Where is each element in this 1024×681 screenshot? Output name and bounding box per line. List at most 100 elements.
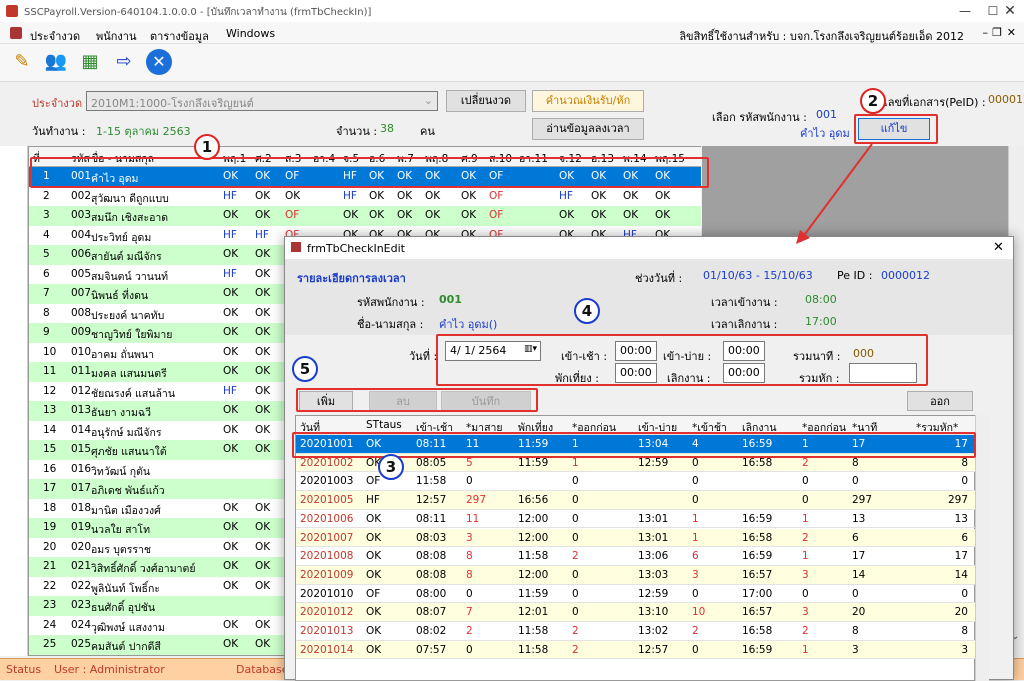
- table-cell: OK: [343, 209, 359, 221]
- detail-cell: 20201008: [300, 550, 354, 563]
- calc-button[interactable]: คำนวณเงินรับ/หัก: [532, 90, 644, 112]
- count-label: จำนวน :: [336, 125, 378, 138]
- menu-data-table[interactable]: ตารางข้อมูล: [150, 27, 209, 45]
- mdi-minimize-icon[interactable]: –: [983, 26, 989, 39]
- window-title: SSCPayroll.Version-640104.1.0.0.0 - [บัน…: [24, 7, 372, 18]
- menu-period[interactable]: ประจำงวด: [30, 27, 80, 45]
- detail-cell: 17:00: [742, 587, 773, 600]
- detail-cell: 14: [852, 568, 866, 581]
- detail-cell: 20201013: [300, 625, 354, 637]
- detail-row[interactable]: 20201008 OK 08:08 8 11:58 2 13:06 6 16:59 1 17 17: [296, 547, 976, 566]
- table-row[interactable]: 2 002 สุวัฒนา ดีถูกแบบ HF OK OK HF OK OK OK OK OF HF…: [29, 186, 701, 206]
- detail-cell: 5: [466, 456, 473, 469]
- detail-cell: 0: [692, 475, 699, 488]
- dialog-vertical-scrollbar[interactable]: [975, 415, 989, 681]
- dialog-close-icon[interactable]: ✕: [993, 240, 1004, 255]
- table-cell: 019: [71, 521, 92, 533]
- select-employee-label: เลือก รหัสพนักงาน :: [712, 111, 807, 124]
- detail-cell: 1: [692, 512, 699, 525]
- detail-cell: OK: [366, 625, 382, 637]
- table-cell: ประวิทย์ อุดม: [91, 231, 152, 244]
- edit-document-icon[interactable]: ✎: [8, 48, 36, 76]
- table-cell: OK: [223, 638, 239, 650]
- table-cell: 025: [71, 638, 92, 650]
- detail-cell: OK: [366, 568, 382, 581]
- mdi-restore-icon[interactable]: ❐: [992, 26, 1002, 39]
- close-icon[interactable]: ✕: [995, 2, 1024, 20]
- detail-cell: 297: [947, 494, 968, 507]
- annotation-number-3: 3: [378, 454, 404, 480]
- table-row[interactable]: 3 003 สมนึก เชิงสะอาด OK OK OF OK OK OK OK OK OF OK O…: [29, 206, 701, 226]
- table-cell: 023: [71, 599, 92, 611]
- detail-cell: 08:02: [416, 625, 447, 637]
- detail-row[interactable]: 20201006 OK 08:11 11 12:00 0 13:01 1 16:59 1 13 13: [296, 510, 976, 529]
- detail-row[interactable]: 20201013 OK 08:02 2 11:58 2 13:02 2 16:58 2 8 8: [296, 622, 976, 641]
- table-cell: HF: [223, 384, 237, 397]
- detail-cell: OK: [366, 512, 382, 525]
- table-cell: OK: [461, 209, 477, 221]
- detail-cell: OK: [366, 550, 382, 563]
- table-cell: HF: [343, 189, 357, 202]
- out-time: 17:00: [805, 315, 837, 328]
- table-cell: OK: [223, 326, 239, 338]
- emp-name-label: ชื่อ-นามสกุล :: [357, 318, 424, 331]
- detail-cell: 2: [692, 625, 699, 637]
- detail-row[interactable]: 20201009 OK 08:08 8 12:00 0 13:03 3 16:57 3 14 14: [296, 565, 976, 585]
- period-label: ประจำงวด :: [32, 97, 90, 110]
- detail-cell: 12:00: [518, 568, 549, 581]
- table-cell: OK: [255, 209, 271, 221]
- detail-row[interactable]: 20201007 OK 08:03 3 12:00 0 13:01 1 16:58 2 6 6: [296, 528, 976, 548]
- table-cell: OK: [425, 209, 441, 221]
- dialog-title: frmTbCheckInEdit: [307, 242, 405, 255]
- change-period-button[interactable]: เปลี่ยนงวด: [446, 90, 526, 112]
- table-cell: OK: [223, 248, 239, 260]
- dialog-section-title: รายละเอียดการลงเวลา: [297, 272, 406, 285]
- calendar-icon[interactable]: ▦: [76, 48, 104, 76]
- peid-label: Pe ID :: [837, 269, 873, 282]
- detail-cell: 13:01: [638, 531, 669, 544]
- dialog-title-bar: frmTbCheckInEdit ✕: [285, 237, 1013, 259]
- detail-cell: 16:59: [742, 512, 773, 525]
- exit-button[interactable]: ออก: [907, 391, 973, 411]
- table-cell: OK: [425, 189, 441, 202]
- users-icon[interactable]: 👥: [42, 48, 70, 76]
- detail-cell: 12:01: [518, 606, 549, 619]
- table-cell: OK: [255, 579, 271, 592]
- read-checkin-button[interactable]: อ่านข้อมูลลงเวลา: [532, 118, 644, 140]
- cancel-circle-icon[interactable]: ✕: [146, 49, 172, 75]
- detail-cell: 0: [572, 606, 579, 619]
- detail-cell: 17: [852, 550, 866, 563]
- detail-cell: 08:08: [416, 550, 447, 563]
- work-date-label: วันทำงาน :: [32, 125, 86, 138]
- table-cell: สมจินตน์ วานนท์: [91, 270, 169, 283]
- detail-cell: 0: [572, 475, 579, 488]
- count-value: 38: [380, 122, 394, 135]
- period-select[interactable]: 2010M1:1000-โรงกลึงเจริญยนต์ ⌄: [86, 91, 438, 111]
- detail-row[interactable]: 20201010 OF 08:00 0 11:59 0 12:59 0 17:00 0 0 0: [296, 585, 976, 604]
- detail-row[interactable]: 20201012 OK 08:07 7 12:01 0 13:10 10 16:57 3 20 20: [296, 603, 976, 622]
- detail-row[interactable]: 20201005 HF 12:57 297 16:56 0 0 0 297 297: [296, 491, 976, 510]
- table-cell: OK: [255, 345, 271, 358]
- table-cell: OK: [285, 189, 301, 202]
- detail-cell: 0: [572, 587, 579, 600]
- count-unit: คน: [420, 125, 435, 138]
- table-cell: 11: [43, 365, 57, 377]
- table-cell: 022: [71, 579, 92, 592]
- status-text: Status: [6, 663, 42, 676]
- menu-employee[interactable]: พนักงาน: [96, 27, 137, 45]
- mdi-close-icon[interactable]: ✕: [1007, 26, 1016, 39]
- out-time-label: เวลาเลิกงาน :: [711, 318, 778, 331]
- minimize-icon[interactable]: —: [950, 2, 980, 20]
- table-cell: OK: [223, 306, 239, 319]
- detail-cell: 3: [802, 606, 809, 619]
- export-icon[interactable]: ⇨: [110, 48, 138, 76]
- table-cell: 15: [43, 443, 57, 455]
- detail-header-cell[interactable]: STtaus: [366, 419, 402, 431]
- detail-row[interactable]: 20201014 OK 07:57 0 11:58 2 12:57 0 16:59 1 3 3: [296, 640, 976, 660]
- detail-cell: 16:58: [742, 531, 773, 544]
- menu-windows[interactable]: Windows: [226, 27, 275, 40]
- detail-cell: 0: [466, 643, 473, 656]
- table-cell: 21: [43, 560, 57, 572]
- detail-cell: 3: [692, 568, 699, 581]
- detail-cell: 3: [961, 643, 968, 656]
